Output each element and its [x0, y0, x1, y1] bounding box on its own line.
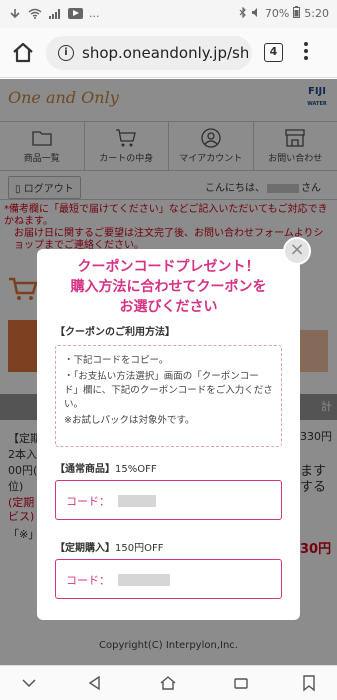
chevron-down-icon[interactable]	[20, 674, 38, 692]
redacted-code	[118, 574, 170, 586]
download-icon	[8, 8, 22, 19]
signal-icon	[48, 8, 62, 19]
code-label: コード：	[66, 574, 110, 587]
subscription-coupon-code[interactable]: コード：	[55, 559, 282, 599]
redacted-code	[118, 495, 156, 507]
coupon-modal: クーポンコードプレゼント！ 購入方法に合わせてクーポンを お選びください 【クー…	[37, 249, 300, 620]
system-nav-bar	[0, 665, 337, 700]
bookmark-icon[interactable]	[300, 674, 318, 692]
address-bar[interactable]: i shop.oneandonly.jp/sho	[46, 36, 252, 70]
battery-icon	[293, 6, 301, 21]
info-icon[interactable]: i	[58, 45, 74, 61]
wifi-icon	[28, 8, 42, 19]
tab-switcher-button[interactable]: 4	[264, 43, 283, 62]
regular-coupon-label: 【通常商品】15%OFF	[55, 464, 157, 475]
subscription-coupon-label: 【定期購入】150円OFF	[55, 543, 164, 554]
code-label: コード：	[66, 495, 110, 508]
close-icon[interactable]: ×	[283, 237, 311, 265]
back-icon[interactable]	[86, 674, 104, 692]
youtube-icon	[68, 8, 83, 19]
browser-toolbar: i shop.oneandonly.jp/sho 4	[0, 28, 337, 78]
status-bar: ... 70% 5:20	[0, 0, 337, 28]
battery-percent: 70%	[264, 7, 290, 20]
usage-instructions: ・下記コードをコピー。 ・「お支払い方法選択」画面の「クーポンコード」欄に、下記…	[55, 345, 282, 447]
home-button-icon[interactable]	[159, 674, 177, 692]
usage-heading: 【クーポンのご利用方法】	[55, 327, 175, 338]
regular-coupon-code[interactable]: コード：	[55, 480, 282, 520]
recent-apps-icon[interactable]	[232, 674, 250, 692]
home-icon[interactable]	[10, 40, 36, 66]
clock: 5:20	[304, 7, 329, 20]
bluetooth-icon	[239, 6, 247, 21]
url-text[interactable]: shop.oneandonly.jp/sho	[82, 44, 248, 62]
more-notifications: ...	[89, 7, 100, 20]
mute-icon	[251, 7, 261, 21]
modal-title: クーポンコードプレゼント！ 購入方法に合わせてクーポンを お選びください	[70, 259, 267, 315]
browser-menu-icon[interactable]	[303, 42, 309, 64]
